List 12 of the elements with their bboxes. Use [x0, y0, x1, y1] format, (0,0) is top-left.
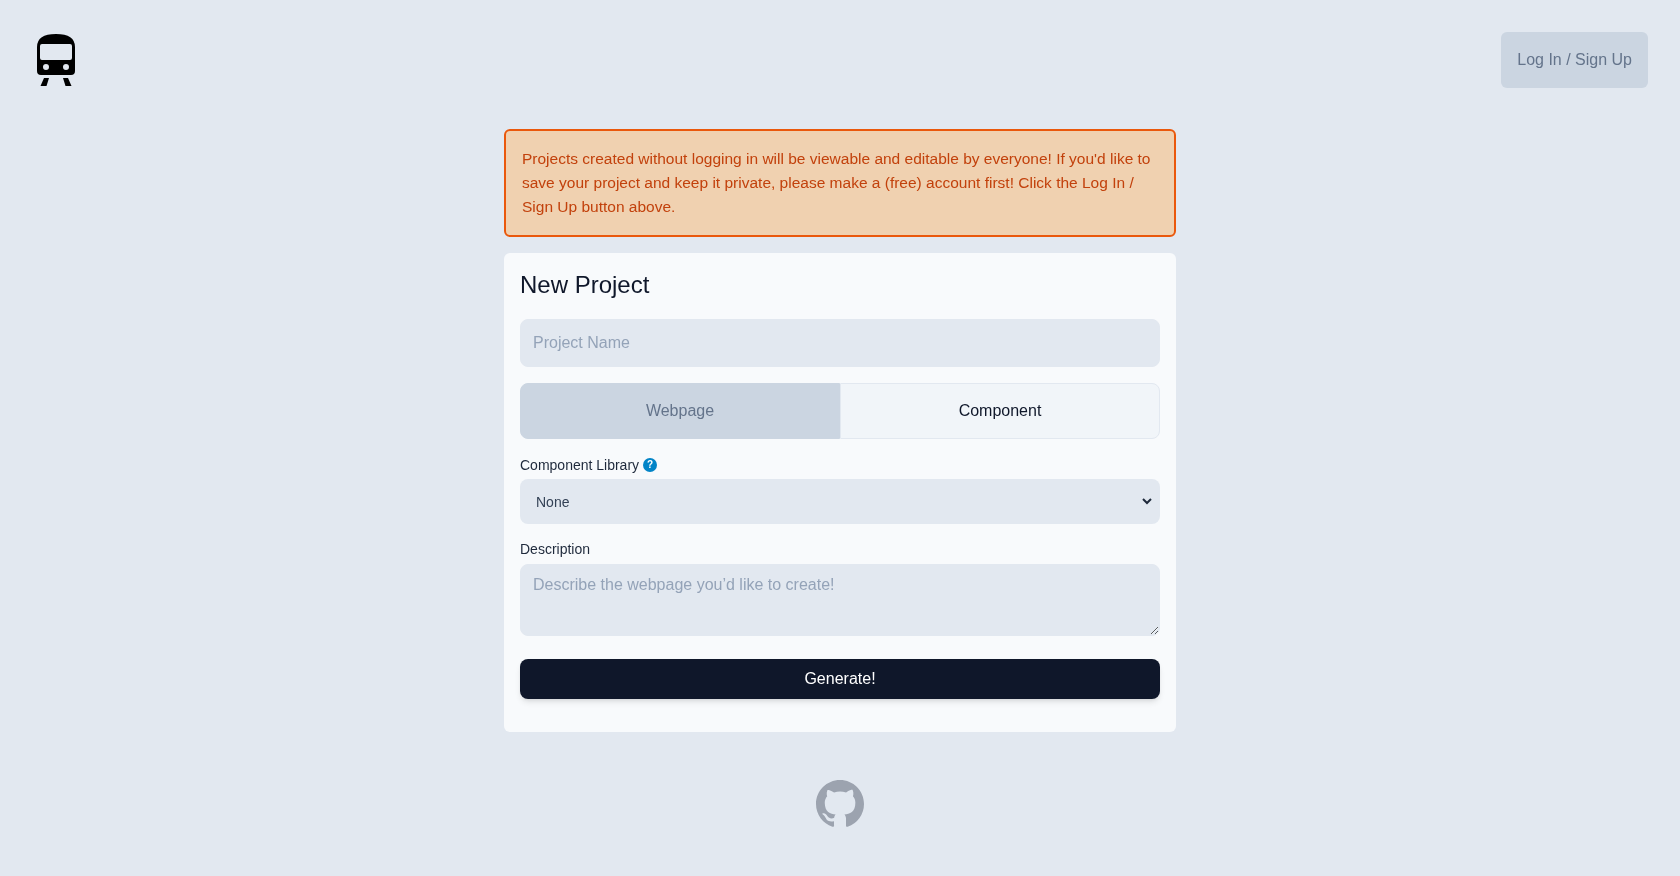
chevron-down-icon: [1142, 498, 1152, 505]
project-name-field[interactable]: Project Name: [520, 319, 1160, 367]
help-icon[interactable]: ?: [643, 458, 658, 472]
field-label: Description: [520, 540, 592, 559]
generate-button[interactable]: Generate!: [520, 659, 1160, 699]
warning-notice: Projects created without logging in will be viewable and editable by everyone! If you'd like to save your project and keep it private, please make a (free) account first! Click the Log In / Sign Up button above.: [504, 129, 1176, 237]
library-select[interactable]: None: [520, 479, 1160, 524]
form-title: New Project: [520, 270, 651, 300]
train-icon[interactable]: [37, 34, 75, 86]
description-field[interactable]: Describe the webpage you’d like to create!: [520, 564, 1160, 636]
type-tab[interactable]: Component: [840, 383, 1160, 439]
field-label: Component Library: [520, 456, 640, 475]
